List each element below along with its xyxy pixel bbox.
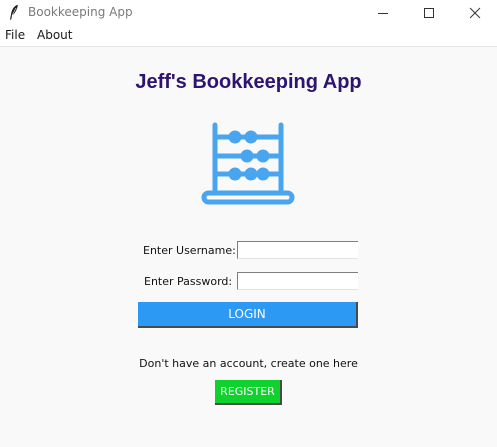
app-window: Bookkeeping App File About Jeff's Bookke…	[0, 0, 497, 447]
password-input[interactable]	[237, 272, 358, 290]
login-button[interactable]: LOGIN	[138, 302, 358, 328]
window-title: Bookkeeping App	[28, 5, 133, 19]
menu-file[interactable]: File	[5, 28, 25, 42]
maximize-icon	[424, 8, 434, 18]
minimize-icon	[378, 13, 388, 14]
username-input[interactable]	[237, 241, 358, 259]
close-icon	[469, 7, 481, 19]
minimize-button[interactable]	[360, 0, 406, 26]
menu-bar: File About	[0, 26, 497, 47]
register-button[interactable]: REGISTER	[215, 380, 282, 405]
close-button[interactable]	[452, 0, 497, 26]
title-bar[interactable]: Bookkeeping App	[0, 0, 497, 26]
page-title: Jeff's Bookkeeping App	[135, 71, 362, 93]
username-label: Enter Username:	[143, 244, 236, 257]
menu-about[interactable]: About	[37, 28, 72, 42]
abacus-icon	[201, 122, 295, 205]
password-label: Enter Password:	[144, 275, 233, 288]
feather-icon	[10, 4, 18, 20]
maximize-button[interactable]	[406, 0, 452, 26]
signup-prompt: Don't have an account, create one here	[139, 357, 358, 370]
